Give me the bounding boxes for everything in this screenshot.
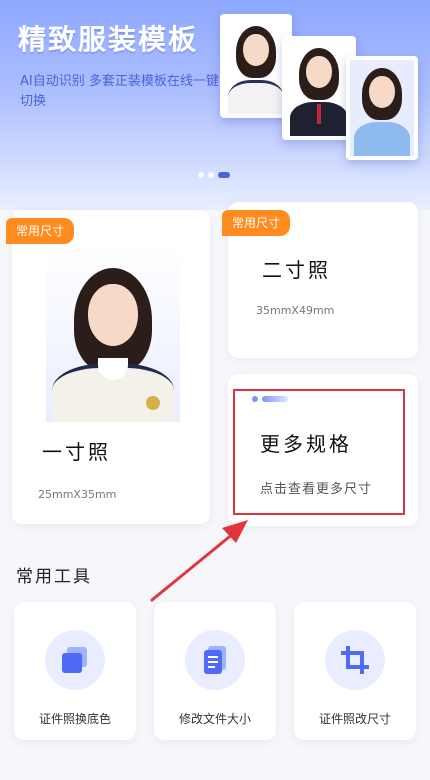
crop-icon	[325, 630, 385, 690]
tool-change-background[interactable]: 证件照换底色	[14, 602, 136, 740]
tools-section-title: 常用工具	[16, 567, 92, 587]
tool-label: 证件照改尺寸	[318, 712, 391, 726]
tool-resize-file[interactable]: 修改文件大小	[154, 602, 276, 740]
tool-resize-photo[interactable]: 证件照改尺寸	[294, 602, 416, 740]
tool-label: 修改文件大小	[178, 712, 251, 726]
tool-label: 证件照换底色	[38, 712, 111, 726]
layers-icon	[45, 630, 105, 690]
document-icon	[185, 630, 245, 690]
